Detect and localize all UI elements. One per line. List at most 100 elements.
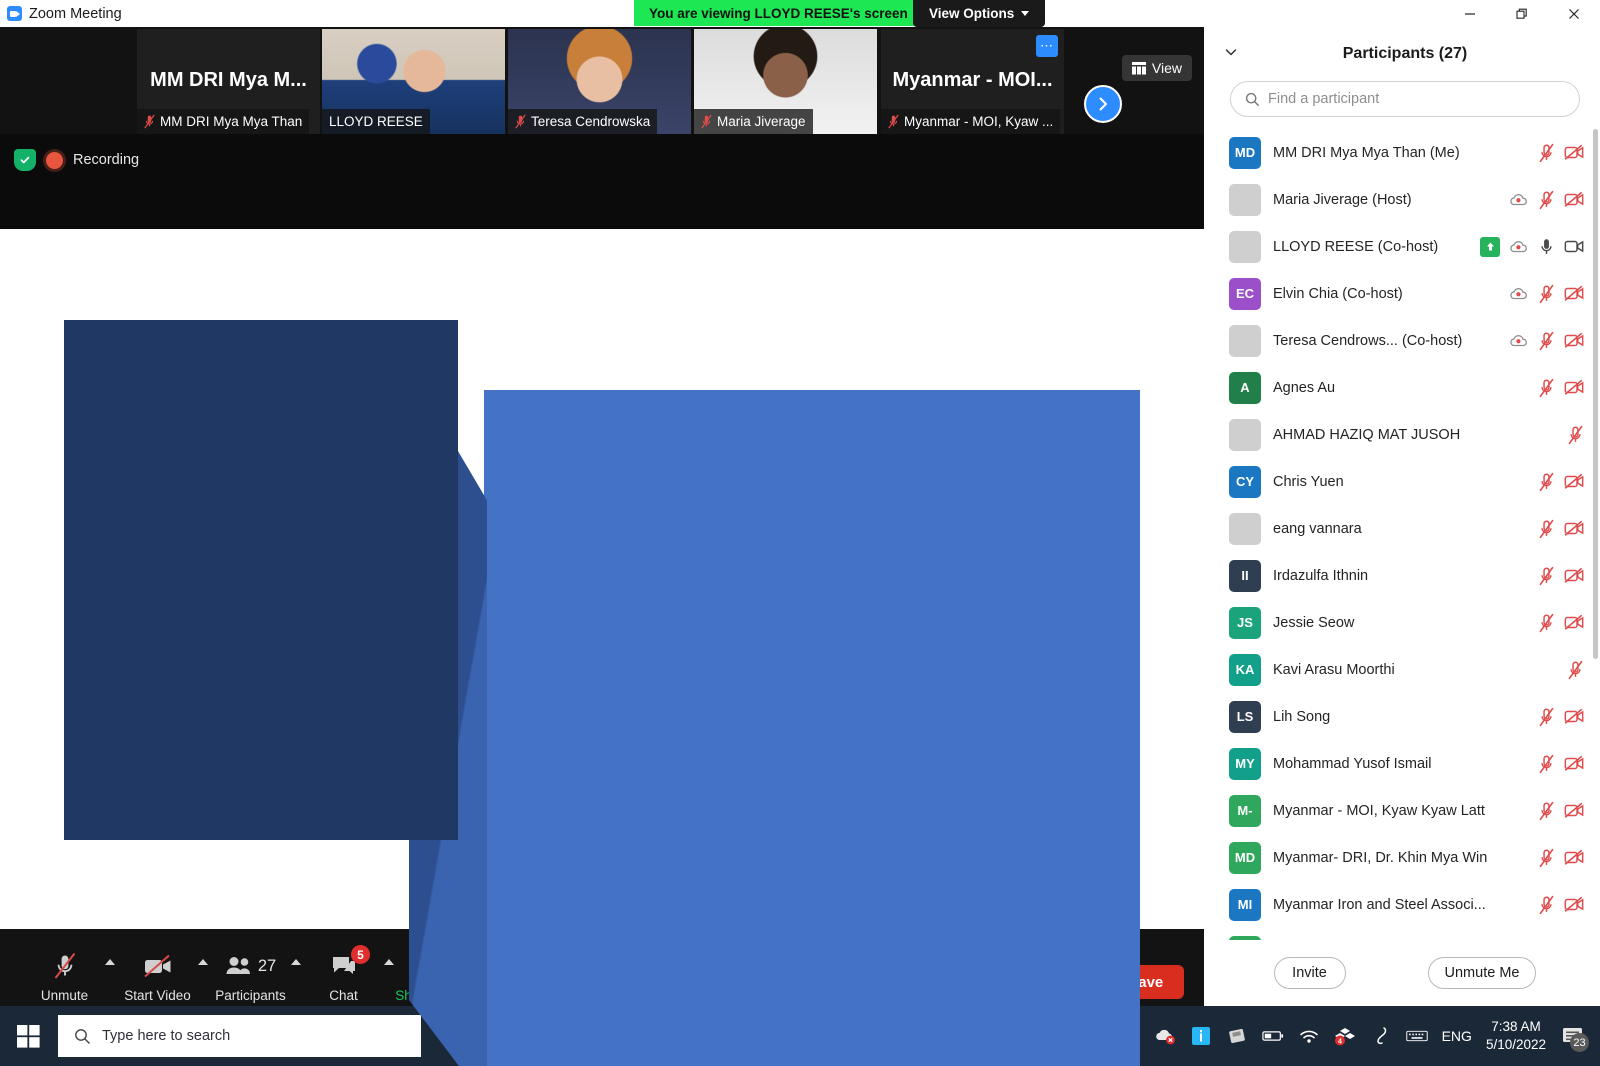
mic-muted-icon[interactable] — [1538, 707, 1555, 727]
participant-row[interactable]: LLOYD REESE (Co-host) — [1210, 223, 1600, 270]
view-layout-button[interactable]: View — [1121, 55, 1192, 81]
thumbnail-name-text: MM DRI Mya Mya Than — [160, 114, 303, 129]
mic-muted-icon[interactable] — [1538, 331, 1555, 351]
participants-icon — [226, 957, 250, 974]
video-off-icon[interactable] — [1564, 520, 1584, 537]
mic-muted-icon[interactable] — [1538, 895, 1555, 915]
video-off-icon[interactable] — [1564, 379, 1584, 396]
participant-name: Kavi Arasu Moorthi — [1273, 661, 1395, 678]
participant-status-icons — [1538, 848, 1584, 868]
keyboard-icon[interactable] — [1405, 1025, 1428, 1047]
participant-name: Irdazulfa Ithnin — [1273, 567, 1369, 584]
participant-row[interactable]: AHMAD HAZIQ MAT JUSOH — [1210, 411, 1600, 458]
windows-start-icon[interactable] — [0, 1006, 56, 1066]
participant-row[interactable]: Teresa Cendrows... (Co-host) — [1210, 317, 1600, 364]
mic-muted-icon[interactable] — [1538, 472, 1555, 492]
video-thumbnail[interactable]: LLOYD REESE — [322, 29, 505, 134]
language-indicator[interactable]: ENG — [1442, 1028, 1472, 1044]
info-icon[interactable] — [1190, 1025, 1212, 1047]
participant-row[interactable]: MD MM DRI Mya Mya Than (Me) — [1210, 129, 1600, 176]
participant-row[interactable]: MD Myanmar- DRI, Dr. Khin Mya Win — [1210, 834, 1600, 881]
chevron-down-icon[interactable] — [1224, 45, 1238, 59]
mic-muted-icon[interactable] — [1538, 378, 1555, 398]
participant-avatar-initials: MD — [1229, 136, 1261, 169]
participant-name: Maria Jiverage (Host) — [1273, 191, 1412, 208]
participant-row[interactable]: LS Lih Song — [1210, 693, 1600, 740]
participant-row[interactable]: MY Mohammad Yusof Ismail — [1210, 740, 1600, 787]
participant-row[interactable] — [1210, 928, 1600, 940]
mic-muted-icon[interactable] — [1538, 801, 1555, 821]
participant-row[interactable]: eang vannara — [1210, 505, 1600, 552]
participant-avatar-initials: JS — [1229, 606, 1261, 639]
mic-muted-icon[interactable] — [1538, 143, 1555, 163]
participant-avatar-initials: KA — [1229, 653, 1261, 686]
mic-muted-icon[interactable] — [1538, 613, 1555, 633]
participant-name: eang vannara — [1273, 520, 1362, 537]
video-off-icon[interactable] — [1564, 708, 1584, 725]
video-off-icon[interactable] — [1564, 144, 1584, 161]
mic-muted-icon[interactable] — [1538, 848, 1555, 868]
video-off-icon[interactable] — [1564, 473, 1584, 490]
view-button-label: View — [1151, 60, 1182, 76]
video-off-icon[interactable] — [1564, 755, 1584, 772]
video-off-icon[interactable] — [1564, 614, 1584, 631]
mic-muted-icon[interactable] — [1538, 190, 1555, 210]
wifi-icon[interactable] — [1298, 1025, 1320, 1047]
pen-icon[interactable] — [1370, 1025, 1392, 1047]
recording-indicator[interactable]: Recording — [14, 149, 139, 171]
participant-status-icons — [1538, 472, 1584, 492]
mic-muted-icon[interactable] — [1538, 519, 1555, 539]
unmute-me-button[interactable]: Unmute Me — [1427, 957, 1537, 989]
taskbar-search-box[interactable]: Type here to search — [58, 1015, 421, 1057]
notifications-button[interactable]: 23 — [1560, 1023, 1589, 1052]
video-off-icon[interactable] — [1564, 896, 1584, 913]
participant-row[interactable]: MI Myanmar Iron and Steel Associ... — [1210, 881, 1600, 928]
participant-row[interactable]: Maria Jiverage (Host) — [1210, 176, 1600, 223]
usb-eject-icon[interactable] — [1226, 1025, 1248, 1047]
mic-muted-icon[interactable] — [1538, 566, 1555, 586]
mic-muted-icon[interactable] — [1538, 284, 1555, 304]
dropbox-badge-icon[interactable]: 4 — [1334, 1025, 1356, 1047]
participant-status-icons — [1567, 425, 1584, 445]
participant-row[interactable]: KA Kavi Arasu Moorthi — [1210, 646, 1600, 693]
video-thumbnail[interactable]: Teresa Cendrowska — [508, 29, 691, 134]
video-thumbnail[interactable]: MM DRI Mya M... MM DRI Mya Mya Than — [137, 29, 320, 134]
video-off-icon[interactable] — [1564, 802, 1584, 819]
video-off-icon[interactable] — [1564, 567, 1584, 584]
participant-row[interactable]: II Irdazulfa Ithnin — [1210, 552, 1600, 599]
participant-search-box[interactable] — [1230, 81, 1580, 117]
mic-icon[interactable] — [1538, 237, 1555, 257]
invite-button[interactable]: Invite — [1273, 957, 1346, 989]
taskbar-clock[interactable]: 7:38 AM 5/10/2022 — [1486, 1018, 1546, 1054]
participant-avatar-initials: A — [1229, 371, 1261, 404]
participant-row[interactable]: EC Elvin Chia (Co-host) — [1210, 270, 1600, 317]
video-thumbnail[interactable]: ⋯ Myanmar - MOI... Myanmar - MOI, Kyaw .… — [881, 29, 1064, 134]
onedrive-error-icon[interactable] — [1154, 1025, 1176, 1047]
minimize-button[interactable] — [1444, 0, 1496, 27]
thumbnail-more-options-button[interactable]: ⋯ — [1036, 35, 1058, 57]
next-participants-button[interactable] — [1084, 85, 1122, 123]
mic-muted-icon[interactable] — [1567, 660, 1584, 680]
mic-muted-icon[interactable] — [1538, 754, 1555, 774]
participant-row[interactable]: JS Jessie Seow — [1210, 599, 1600, 646]
video-off-icon[interactable] — [1564, 332, 1584, 349]
video-off-icon[interactable] — [1564, 849, 1584, 866]
video-off-icon[interactable] — [1564, 285, 1584, 302]
participant-row[interactable]: CY Chris Yuen — [1210, 458, 1600, 505]
mic-muted-icon[interactable] — [1567, 425, 1584, 445]
video-thumbnail[interactable]: Maria Jiverage — [694, 29, 877, 134]
battery-icon[interactable] — [1261, 1025, 1284, 1047]
close-button[interactable] — [1548, 0, 1600, 27]
video-icon[interactable] — [1564, 238, 1584, 255]
participant-status-icons — [1509, 190, 1584, 210]
participant-row[interactable]: A Agnes Au — [1210, 364, 1600, 411]
video-off-icon[interactable] — [1564, 191, 1584, 208]
participants-scrollbar[interactable] — [1593, 129, 1598, 659]
participant-row[interactable]: M- Myanmar - MOI, Kyaw Kyaw Latt — [1210, 787, 1600, 834]
restore-button[interactable] — [1496, 0, 1548, 27]
view-options-button[interactable]: View Options — [913, 0, 1046, 27]
search-input[interactable] — [1268, 91, 1565, 107]
mic-muted-icon — [701, 114, 712, 129]
participant-avatar-initials: LS — [1229, 700, 1261, 733]
participants-list[interactable]: MD MM DRI Mya Mya Than (Me) Maria Jiverag… — [1210, 129, 1600, 940]
